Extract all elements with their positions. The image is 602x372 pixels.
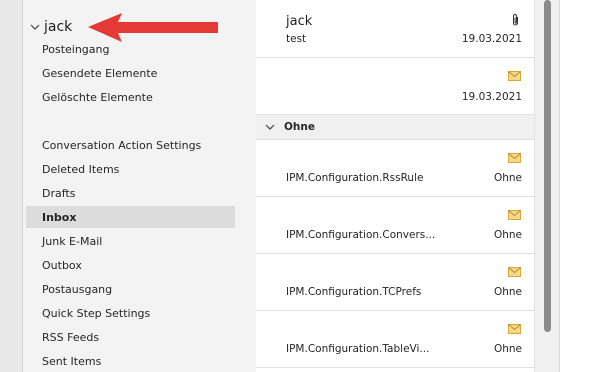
group-header-ohne[interactable]: Ohne — [256, 115, 534, 140]
message-row[interactable]: IPM.Configuration.RssRule Ohne — [256, 140, 534, 197]
folder-deleted-items[interactable]: Deleted Items — [26, 158, 235, 180]
message-row[interactable]: jack test 19.03.2021 — [256, 0, 534, 58]
envelope-icon — [508, 324, 521, 334]
folder-geloeschte-elemente[interactable]: Gelöschte Elemente — [26, 86, 235, 108]
message-list: jack test 19.03.2021 19.03.2021 Ohne IPM… — [256, 0, 534, 372]
envelope-icon — [508, 71, 521, 81]
envelope-icon — [508, 153, 521, 163]
reading-pane — [559, 0, 602, 372]
folder-gesendete-elemente[interactable]: Gesendete Elemente — [26, 62, 235, 84]
scrollbar-thumb[interactable] — [544, 0, 551, 332]
folder-drafts[interactable]: Drafts — [26, 182, 235, 204]
folder-quick-step-settings[interactable]: Quick Step Settings — [26, 302, 235, 324]
message-sender: jack — [286, 14, 313, 29]
message-category: Ohne — [493, 286, 522, 298]
folder-rss-feeds[interactable]: RSS Feeds — [26, 326, 235, 348]
message-date: 19.03.2021 — [461, 91, 522, 103]
message-subject: IPM.Configuration.TCPrefs — [286, 286, 422, 298]
envelope-icon — [508, 267, 521, 277]
folder-junk-email[interactable]: Junk E-Mail — [26, 230, 235, 252]
message-row[interactable]: 19.03.2021 — [256, 58, 534, 115]
message-category: Ohne — [493, 229, 522, 241]
message-subject: IPM.Configuration.RssRule — [286, 172, 424, 184]
paperclip-icon — [513, 14, 518, 26]
message-subject: test — [286, 33, 307, 45]
folder-outbox[interactable]: Outbox — [26, 254, 235, 276]
folder-postausgang[interactable]: Postausgang — [26, 278, 235, 300]
folder-inbox[interactable]: Inbox — [26, 206, 235, 228]
message-row[interactable]: IPM.Configuration.Convers... Ohne — [256, 197, 534, 254]
message-date: 19.03.2021 — [461, 33, 522, 45]
message-category: Ohne — [493, 172, 522, 184]
envelope-icon — [508, 210, 521, 220]
chevron-down-icon[interactable] — [265, 123, 275, 131]
folder-sent-items[interactable]: Sent Items — [26, 350, 235, 372]
message-category: Ohne — [493, 343, 522, 355]
message-subject: IPM.Configuration.Convers... — [286, 229, 436, 241]
message-row[interactable]: IPM.Configuration.TCPrefs Ohne — [256, 254, 534, 311]
message-row[interactable]: IPM.Configuration.TableVi... Ohne — [256, 311, 534, 368]
red-arrow-annotation — [88, 13, 218, 42]
folder-conversation-action-settings[interactable]: Conversation Action Settings — [26, 134, 235, 156]
group-label: Ohne — [284, 121, 315, 133]
message-subject: IPM.Configuration.TableVi... — [286, 343, 430, 355]
message-list-scrollbar[interactable] — [534, 0, 559, 372]
